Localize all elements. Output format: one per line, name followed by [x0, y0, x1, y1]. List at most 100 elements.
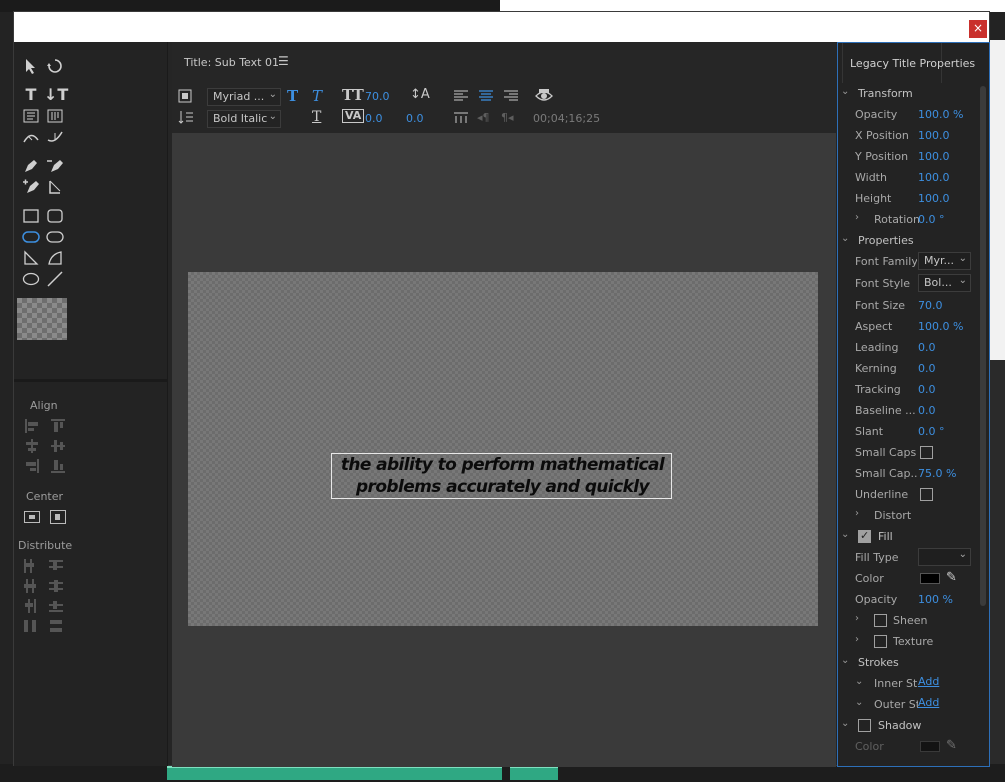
rotation-row[interactable]: › Rotation 0.0 ° [838, 209, 978, 230]
type-tool-icon[interactable]: T [20, 85, 42, 105]
distribute-center-horizontal-icon[interactable] [22, 578, 38, 594]
fill-checkbox[interactable] [858, 529, 871, 543]
align-right-icon[interactable] [24, 458, 40, 474]
fill-section[interactable]: ⌄ Fill [838, 526, 978, 547]
show-background-video-icon[interactable] [535, 88, 553, 107]
aspect-value[interactable]: 100.0 % [918, 320, 963, 333]
line-tool-icon[interactable] [44, 269, 66, 289]
width-value[interactable]: 100.0 [918, 171, 950, 184]
bold-icon[interactable]: T [287, 87, 298, 105]
sheen-row[interactable]: › Sheen [838, 610, 978, 631]
align-bottom-icon[interactable] [50, 458, 66, 474]
ellipse-tool-icon[interactable] [20, 269, 42, 289]
distort-row[interactable]: › Distort [838, 505, 978, 526]
underline-icon[interactable]: T [312, 109, 321, 125]
strokes-section[interactable]: ⌄ Strokes [838, 652, 978, 673]
align-top-icon[interactable] [50, 418, 66, 434]
baseline-value[interactable]: 0.0 [918, 404, 936, 417]
inner-strokes-row[interactable]: ⌄ Inner Stro...Add [838, 673, 978, 694]
center-text-icon[interactable] [478, 89, 494, 106]
background-timecode[interactable]: 00;04;16;25 [533, 112, 600, 125]
distribute-center-vertical-icon[interactable] [48, 578, 64, 594]
properties-section[interactable]: ⌄ Properties [838, 230, 978, 251]
transform-section[interactable]: ⌄ Transform [838, 83, 978, 104]
y-position-value[interactable]: 100.0 [918, 150, 950, 163]
rounded-rectangle-tool-icon[interactable] [20, 227, 42, 247]
font-style-select[interactable]: Bol... ⌄ [918, 274, 971, 292]
title-text[interactable]: the ability to perform mathematical prob… [332, 454, 673, 498]
distribute-bottom-icon[interactable] [48, 598, 64, 614]
height-value[interactable]: 100.0 [918, 192, 950, 205]
small-caps-size-value[interactable]: 75.0 % [918, 467, 956, 480]
slant-value[interactable]: 0.0 ° [918, 425, 945, 438]
close-button[interactable]: × [969, 20, 987, 38]
wedge-tool-icon[interactable] [20, 248, 42, 268]
rotation-tool-icon[interactable] [44, 56, 66, 76]
window-titlebar[interactable]: × [14, 12, 989, 42]
shadow-section[interactable]: ⌄ Shadow [838, 715, 978, 736]
add-outer-stroke-link[interactable]: Add [918, 696, 939, 709]
fill-opacity-value[interactable]: 100 % [918, 593, 953, 606]
pen-tool-icon[interactable] [20, 156, 42, 176]
outer-strokes-row[interactable]: ⌄ Outer Str...Add [838, 694, 978, 715]
eyedropper-icon[interactable]: ✎ [946, 738, 957, 753]
distribute-top-icon[interactable] [48, 558, 64, 574]
sheen-checkbox[interactable] [874, 614, 887, 627]
arc-tool-icon[interactable] [44, 248, 66, 268]
distribute-horizontal-even-icon[interactable] [22, 618, 38, 634]
add-anchor-point-tool-icon[interactable] [20, 177, 42, 197]
texture-row[interactable]: › Texture [838, 631, 978, 652]
delete-anchor-point-tool-icon[interactable] [44, 156, 66, 176]
area-type-tool-icon[interactable] [20, 106, 42, 126]
tab-left-icon[interactable]: ◂¶ [477, 111, 490, 124]
rotation-value[interactable]: 0.0 ° [918, 213, 945, 226]
align-vertical-center-icon[interactable] [50, 438, 66, 454]
title-canvas[interactable]: the ability to perform mathematical prob… [188, 272, 818, 626]
align-horizontal-center-icon[interactable] [24, 438, 40, 454]
small-caps-checkbox[interactable] [920, 446, 933, 459]
timeline-clip[interactable] [510, 766, 558, 780]
eyedropper-icon[interactable]: ✎ [946, 570, 957, 585]
kerning-value[interactable]: 0.0 [365, 112, 383, 125]
font-style-dropdown[interactable]: Bold Italic ⌄ [207, 110, 281, 128]
distribute-vertical-even-icon[interactable] [48, 618, 64, 634]
center-vertical-icon[interactable] [50, 509, 68, 525]
distribute-left-icon[interactable] [22, 558, 38, 574]
font-size-value[interactable]: 70.0 [365, 90, 390, 103]
texture-checkbox[interactable] [874, 635, 887, 648]
shadow-color-swatch[interactable] [920, 741, 940, 752]
font-family-select[interactable]: Myr... ⌄ [918, 252, 971, 270]
x-position-value[interactable]: 100.0 [918, 129, 950, 142]
convert-anchor-point-tool-icon[interactable] [44, 177, 66, 197]
rounded-corner-rectangle-tool-icon[interactable] [44, 227, 66, 247]
text-bounding-box[interactable]: the ability to perform mathematical prob… [331, 453, 672, 499]
vertical-type-tool-icon[interactable]: ↓T [44, 85, 68, 105]
font-family-dropdown[interactable]: Myriad ... ⌄ [207, 88, 281, 106]
rectangle-tool-icon[interactable] [20, 206, 42, 226]
clipped-corner-rectangle-tool-icon[interactable] [44, 206, 66, 226]
distribute-right-icon[interactable] [22, 598, 38, 614]
add-inner-stroke-link[interactable]: Add [918, 675, 939, 688]
italic-icon[interactable]: T [312, 87, 322, 105]
vertical-area-type-tool-icon[interactable] [44, 106, 66, 126]
hamburger-menu-icon[interactable]: ☰ [278, 54, 289, 68]
leading-value[interactable]: 0.0 [406, 112, 424, 125]
path-type-tool-icon[interactable] [20, 127, 42, 147]
align-left-text-icon[interactable] [453, 89, 469, 106]
fill-color-swatch[interactable] [920, 573, 940, 584]
timeline-clip[interactable] [167, 766, 502, 780]
font-size-prop-value[interactable]: 70.0 [918, 299, 943, 312]
roll-crawl-options-icon[interactable] [178, 110, 194, 127]
kerning-prop-value[interactable]: 0.0 [918, 362, 936, 375]
leading-prop-value[interactable]: 0.0 [918, 341, 936, 354]
align-left-icon[interactable] [24, 418, 40, 434]
center-horizontal-icon[interactable] [24, 509, 42, 525]
props-scrollbar[interactable] [980, 86, 986, 606]
tab-right-icon[interactable]: ¶◂ [501, 111, 514, 124]
shadow-checkbox[interactable] [858, 719, 871, 732]
opacity-value[interactable]: 100.0 % [918, 108, 963, 121]
vertical-path-type-tool-icon[interactable] [44, 127, 66, 147]
underline-checkbox[interactable] [920, 488, 933, 501]
selection-tool-icon[interactable] [20, 56, 42, 76]
tab-stops-icon[interactable] [453, 110, 469, 127]
